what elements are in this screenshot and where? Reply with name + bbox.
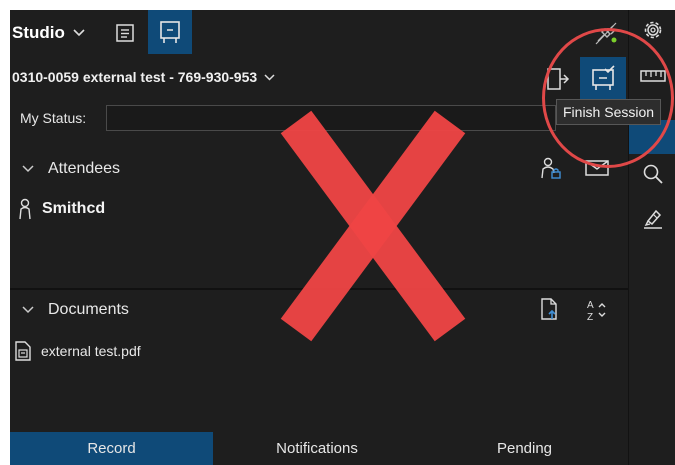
gear-icon: [641, 18, 665, 42]
documents-header[interactable]: Documents: [22, 298, 129, 322]
notes-view-button[interactable]: [110, 20, 140, 46]
svg-text:A: A: [587, 300, 594, 311]
overlay-x-mark: X: [268, 100, 478, 352]
status-value: [107, 110, 113, 126]
person-lock-icon: [540, 156, 562, 180]
session-selector[interactable]: 0310-0059 external test - 769-930-953: [12, 66, 275, 88]
sort-az-icon: AZ: [585, 298, 609, 322]
tab-record-label: Record: [87, 440, 136, 457]
tab-pending-label: Pending: [496, 440, 553, 457]
document-name: external test.pdf: [41, 343, 141, 359]
markup-button[interactable]: [637, 202, 669, 234]
magnifier-icon: [641, 162, 665, 186]
studio-menu[interactable]: Studio: [12, 20, 85, 46]
svg-text:Z: Z: [587, 312, 593, 322]
upload-document-button[interactable]: [536, 294, 562, 324]
person-icon: [18, 198, 32, 220]
list-item[interactable]: external test.pdf: [14, 338, 141, 364]
documents-section-label: Documents: [48, 301, 129, 318]
session-title: 0310-0059 external test - 769-930-953: [12, 69, 258, 85]
list-item[interactable]: Smithcd: [18, 197, 105, 221]
highlight-circle: [542, 28, 674, 168]
attendees-section-label: Attendees: [48, 160, 121, 177]
add-attendee-button[interactable]: [538, 154, 564, 182]
search-button[interactable]: [637, 158, 669, 190]
tab-pending[interactable]: Pending: [421, 432, 628, 465]
attendees-header[interactable]: Attendees: [22, 157, 120, 181]
document-upload-icon: [539, 297, 559, 321]
my-status-label: My Status:: [20, 110, 87, 126]
chevron-down-icon: [22, 165, 34, 173]
chevron-down-icon: [22, 306, 34, 314]
tab-notifications[interactable]: Notifications: [213, 432, 421, 465]
sort-documents-button[interactable]: AZ: [582, 296, 612, 324]
chevron-down-icon: [73, 29, 85, 37]
attendee-name: Smithcd: [42, 200, 106, 217]
pen-icon: [641, 206, 665, 230]
document-lines-icon: [115, 23, 135, 43]
whiteboard-view-button[interactable]: [148, 10, 192, 54]
chevron-down-icon: [264, 73, 275, 81]
tab-record[interactable]: Record: [10, 432, 213, 465]
studio-label: Studio: [12, 23, 65, 42]
whiteboard-icon: [159, 20, 181, 44]
tab-notifications-label: Notifications: [276, 440, 358, 457]
pdf-file-icon: [14, 340, 32, 362]
app-window: Studio 0310-0059 external test - 769-930…: [0, 0, 675, 465]
